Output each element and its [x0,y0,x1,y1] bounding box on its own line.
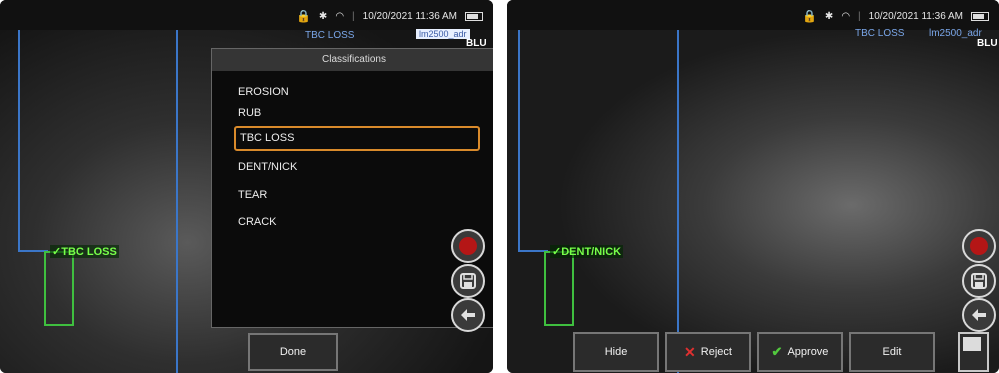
wifi-icon: ◠ [841,10,851,22]
panel-toggle[interactable] [958,332,989,372]
x-icon: ✕ [684,343,696,360]
wifi-icon: ◠ [335,10,345,22]
right-screen: 🔒 ✱ ◠ | 10/20/2021 11:36 AM TBC LOSS lm2… [507,0,999,373]
battery-icon [971,11,989,21]
hud-label: TBC LOSS [855,28,905,39]
menu-item-tbc-loss[interactable]: TBC LOSS [234,126,480,151]
status-datetime: 10/20/2021 11:36 AM [868,10,963,22]
done-label: Done [279,346,307,358]
hide-button[interactable]: Hide [573,332,659,372]
back-button[interactable] [962,298,996,332]
record-icon [459,237,477,255]
menu-item-rub[interactable]: RUB [234,101,480,126]
check-icon: ✔ [771,344,783,359]
guide-line [677,30,679,373]
record-button[interactable] [962,229,996,263]
save-icon [460,273,476,289]
toggle-knob [963,337,981,351]
hud-code: BLU [977,38,998,49]
bluetooth-icon: ✱ [318,10,328,22]
edit-button[interactable]: Edit [849,332,935,372]
annotation-box[interactable] [44,251,74,326]
hide-label: Hide [604,346,628,358]
annotation-label: ✓DENT/NICK [550,245,624,258]
menu-item-dent-nick[interactable]: DENT/NICK [234,155,480,180]
save-button[interactable] [451,264,485,298]
done-button[interactable]: Done [248,333,338,371]
back-button[interactable] [451,298,485,332]
annotation-label: ✓TBC LOSS [50,245,119,258]
reject-label: Reject [700,346,732,358]
guide-line [18,30,20,252]
battery-icon [465,11,483,21]
hud-file: lm2500_adr [416,29,470,39]
record-icon [970,237,988,255]
bluetooth-icon: ✱ [824,10,834,22]
annotation-box[interactable] [544,251,574,326]
classifications-menu: Classifications EROSION RUB TBC LOSS DEN… [211,48,493,328]
lock-icon: 🔒 [801,9,817,23]
save-button[interactable] [962,264,996,298]
hud-label: TBC LOSS [305,30,355,41]
save-icon [971,273,987,289]
guide-line [518,30,520,252]
guide-line [176,30,178,373]
record-button[interactable] [451,229,485,263]
approve-label: Approve [787,346,829,358]
reject-button[interactable]: ✕ Reject [665,332,751,372]
approve-button[interactable]: ✔ Approve [757,332,843,372]
menu-title: Classifications [212,49,493,71]
status-separator: | [858,10,861,22]
hud-file: lm2500_adr [929,28,982,39]
status-bar: 🔒 ✱ ◠ | 10/20/2021 11:36 AM [0,0,493,30]
lock-icon: 🔒 [295,9,311,23]
edit-label: Edit [882,346,902,358]
menu-item-tear[interactable]: TEAR [234,183,480,208]
status-datetime: 10/20/2021 11:36 AM [362,10,457,22]
status-separator: | [352,10,355,22]
arrow-left-icon [461,309,475,321]
arrow-left-icon [972,309,986,321]
left-screen: 🔒 ✱ ◠ | 10/20/2021 11:36 AM TBC LOSS lm2… [0,0,493,373]
status-bar: 🔒 ✱ ◠ | 10/20/2021 11:36 AM [507,0,999,30]
camera-view [507,0,999,373]
menu-item-crack[interactable]: CRACK [234,210,480,235]
